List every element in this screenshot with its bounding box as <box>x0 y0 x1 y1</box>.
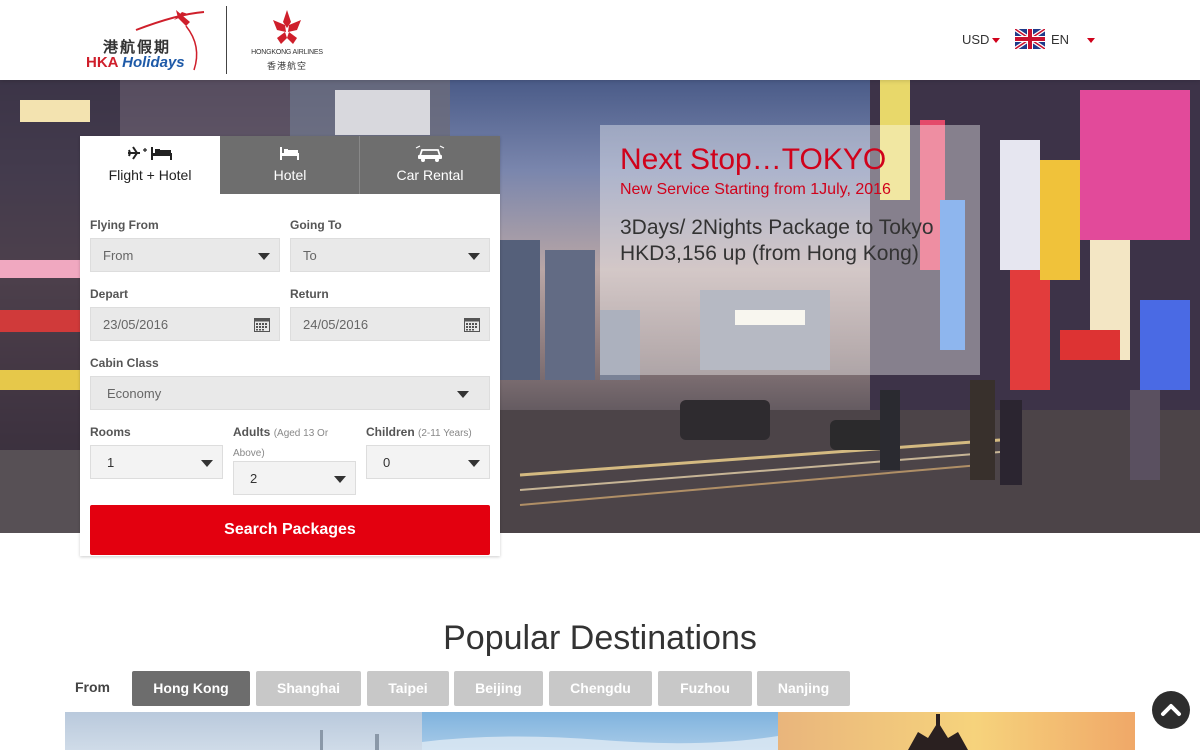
currency-selector[interactable]: USD <box>962 32 1001 47</box>
language-label: EN <box>1051 32 1070 47</box>
city-tab-fuzhou[interactable]: Fuzhou <box>658 671 752 706</box>
return-label: Return <box>290 287 329 301</box>
city-tab-taipei[interactable]: Taipei <box>367 671 449 706</box>
tab-hotel[interactable]: Hotel <box>220 136 360 194</box>
hongkong-airlines-logo[interactable]: HONGKONG AIRLINES 香港航空 <box>246 8 328 72</box>
airline-name-chinese: 香港航空 <box>266 62 307 72</box>
calendar-icon <box>254 318 270 332</box>
children-age-note: (2-11 Years) <box>418 428 472 439</box>
booking-widget: Flight + Hotel Hotel Car Rental Flying F… <box>80 136 500 556</box>
search-packages-button[interactable]: Search Packages <box>90 505 490 555</box>
destination-image <box>320 730 379 750</box>
city-tab-beijing[interactable]: Beijing <box>454 671 543 706</box>
tab-label: Hotel <box>273 167 307 183</box>
cabin-class-label: Cabin Class <box>90 356 159 370</box>
destination-card[interactable] <box>422 712 778 750</box>
children-label: Children (2-11 Years) <box>366 425 472 439</box>
tab-flight-hotel[interactable]: Flight + Hotel <box>80 136 220 194</box>
depart-date-value: 23/05/2016 <box>103 317 169 332</box>
logo-divider <box>226 6 227 74</box>
adults-select[interactable]: 2 <box>233 461 356 495</box>
plane-bed-icon <box>128 146 172 160</box>
city-tab-hong-kong[interactable]: Hong Kong <box>132 671 250 706</box>
calendar-icon <box>464 318 480 332</box>
dropdown-arrow-icon <box>468 253 480 260</box>
logo-english-text: HKA Holidays <box>86 54 185 71</box>
airline-name-english: HONGKONG AIRLINES <box>251 49 323 56</box>
flying-from-value: From <box>103 248 134 263</box>
chevron-down-icon <box>992 38 1001 44</box>
cabin-class-select[interactable]: Economy <box>90 376 490 410</box>
site-header: 港航假期 HKA Holidays HONGKONG AIRLINES 香港航空… <box>0 0 1200 80</box>
rooms-value: 1 <box>107 455 115 470</box>
chevron-up-icon <box>1161 704 1181 716</box>
booking-tabs: Flight + Hotel Hotel Car Rental <box>80 136 500 194</box>
from-label: From <box>75 679 110 695</box>
tab-label: Flight + Hotel <box>108 167 192 183</box>
depart-date-input[interactable]: 23/05/2016 <box>90 307 280 341</box>
going-to-label: Going To <box>290 218 342 232</box>
city-tab-nanjing[interactable]: Nanjing <box>757 671 850 706</box>
chevron-down-icon <box>1087 38 1095 43</box>
promo-subtitle: New Service Starting from 1July, 2016 <box>620 181 891 198</box>
adults-label: Adults (Aged 13 Or Above) <box>233 425 329 459</box>
dropdown-arrow-icon <box>468 460 480 467</box>
bauhinia-icon <box>273 10 301 44</box>
dropdown-arrow-icon <box>258 253 270 260</box>
destination-card[interactable] <box>778 712 1135 750</box>
car-icon <box>415 145 445 162</box>
back-to-top-button[interactable] <box>1152 691 1190 729</box>
cabin-class-value: Economy <box>107 386 162 401</box>
dropdown-arrow-icon <box>457 391 469 398</box>
promo-box[interactable]: Next Stop…TOKYO New Service Starting fro… <box>600 125 980 375</box>
adults-value: 2 <box>250 471 258 486</box>
depart-label: Depart <box>90 287 129 301</box>
tab-label: Car Rental <box>396 167 464 183</box>
tab-car-rental[interactable]: Car Rental <box>360 136 500 194</box>
uk-flag-icon <box>1015 29 1045 49</box>
going-to-select[interactable]: To <box>290 238 490 272</box>
return-date-input[interactable]: 24/05/2016 <box>290 307 490 341</box>
hka-holidays-logo[interactable]: 港航假期 HKA Holidays <box>86 6 208 74</box>
going-to-value: To <box>303 248 317 263</box>
rooms-label: Rooms <box>90 425 131 439</box>
city-tab-shanghai[interactable]: Shanghai <box>256 671 361 706</box>
currency-label: USD <box>962 32 990 47</box>
popular-destinations-title: Popular Destinations <box>443 619 757 657</box>
flying-from-select[interactable]: From <box>90 238 280 272</box>
promo-description: 3Days/ 2Nights Package to Tokyo HKD3,156… <box>620 216 934 265</box>
dropdown-arrow-icon <box>334 476 346 483</box>
promo-title: Next Stop…TOKYO <box>620 143 887 176</box>
bed-icon <box>280 147 299 160</box>
dropdown-arrow-icon <box>201 460 213 467</box>
children-select[interactable]: 0 <box>366 445 490 479</box>
city-tab-chengdu[interactable]: Chengdu <box>549 671 652 706</box>
children-value: 0 <box>383 455 391 470</box>
destination-card[interactable] <box>65 712 422 750</box>
destination-image <box>908 714 968 750</box>
destination-image <box>422 736 778 750</box>
return-date-value: 24/05/2016 <box>303 317 369 332</box>
flying-from-label: Flying From <box>90 218 159 232</box>
rooms-select[interactable]: 1 <box>90 445 223 479</box>
